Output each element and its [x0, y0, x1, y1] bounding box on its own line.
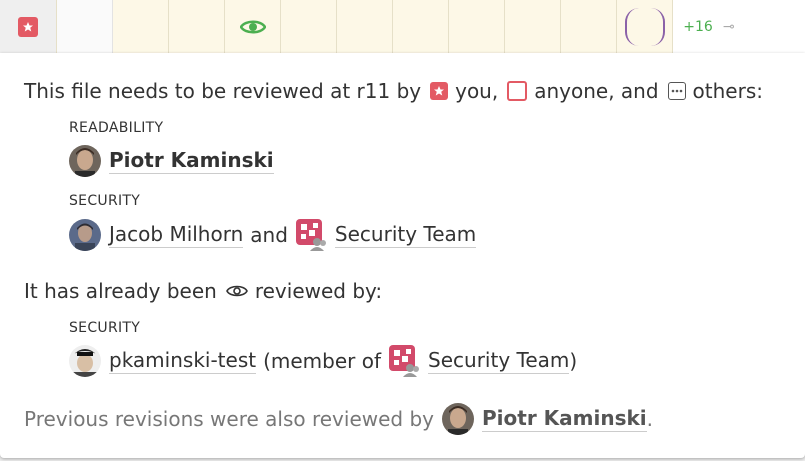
avatar: [69, 219, 101, 251]
team-link-security[interactable]: Security Team: [428, 348, 570, 374]
team-link-security[interactable]: Security Team: [334, 222, 477, 248]
avatar: [442, 403, 474, 435]
avatar: [69, 145, 101, 177]
revision-bracket: [624, 7, 665, 46]
you-star-icon: [430, 82, 449, 100]
star-badge-icon: [18, 16, 38, 37]
revision-cell[interactable]: [281, 0, 337, 53]
overflow-indicator: ⊸: [723, 0, 805, 53]
security-reviewers: Jacob Milhorn and Security Team: [69, 218, 477, 252]
revision-cell[interactable]: [449, 0, 505, 53]
avatar: [69, 345, 101, 377]
revision-cell[interactable]: [57, 0, 113, 53]
security-heading: SECURITY: [69, 193, 141, 209]
current-revision-cell[interactable]: [617, 0, 673, 53]
previous-reviewers: Previous revisions were also reviewed by…: [24, 403, 653, 435]
user-link-piotr[interactable]: Piotr Kaminski: [109, 148, 274, 174]
team-avatar-icon: [388, 344, 420, 378]
team-avatar-icon: [295, 218, 327, 252]
reviewed-revision-cell[interactable]: [225, 0, 281, 53]
eye-icon: [239, 20, 266, 33]
revision-cell[interactable]: [169, 0, 225, 53]
revision-cell[interactable]: [337, 0, 393, 53]
revision-cell[interactable]: [561, 0, 617, 53]
readability-reviewer: Piotr Kaminski: [69, 145, 274, 177]
needs-review-cell[interactable]: [0, 0, 57, 53]
already-reviewed-summary: It has already been reviewed by:: [24, 279, 383, 303]
user-link-jacob[interactable]: Jacob Milhorn: [109, 222, 244, 248]
needs-review-summary: This file needs to be reviewed at r11 by…: [24, 79, 763, 103]
reviewed-security-heading: SECURITY: [69, 320, 141, 336]
revision-cell[interactable]: [393, 0, 449, 53]
readability-heading: READABILITY: [69, 120, 164, 136]
user-link-piotr-previous[interactable]: Piotr Kaminski: [482, 406, 647, 432]
review-status-panel: This file needs to be reviewed at r11 by…: [0, 53, 805, 458]
eye-outline-icon: [225, 284, 248, 298]
revision-cell[interactable]: [113, 0, 169, 53]
others-dots-icon: [667, 82, 686, 100]
revision-cell[interactable]: [505, 0, 561, 53]
file-row: +16 ⊸: [0, 0, 805, 53]
delta-count: +16: [673, 0, 723, 53]
anyone-square-icon: [507, 81, 528, 101]
security-reviewed-by: pkaminski-test (member of Security Team …: [69, 344, 577, 378]
user-link-pkaminski-test[interactable]: pkaminski-test: [109, 348, 257, 374]
